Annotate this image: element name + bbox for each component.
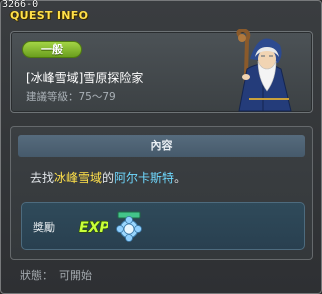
content-heading: 內容 [18,135,305,157]
npc-name-link: 阿尔卡斯特 [114,171,175,185]
category-badge: 一般 [22,41,82,58]
text-mid: 的 [102,171,115,185]
reward-item-icon[interactable] [115,211,143,243]
window-title: QUEST INFO [10,9,89,22]
status-label: 狀態： [20,269,53,282]
quest-description: 去找冰峰雪域的阿尔卡斯特。 [30,169,186,186]
text-prefix: 去找 [30,171,55,185]
exp-icon[interactable]: EXP [78,217,108,235]
location-link: 冰峰雪域 [54,171,103,185]
quest-content-panel: 內容 去找冰峰雪域的阿尔卡斯特。 獎勵 EXP [10,126,313,260]
recommend-label: 建議等級： [26,91,79,103]
old-wizard-npc-icon [236,29,292,112]
reward-box: 獎勵 EXP [21,202,305,250]
quest-name: [冰峰雪域]雪原探险家 [26,71,144,85]
quest-status: 狀態： 可開始 [20,267,98,283]
recommend-range: 75～79 [78,91,116,103]
recommended-level: 建議等級：75～79 [26,89,116,104]
text-suffix: 。 [174,171,187,185]
quest-info-window: 3266-0 QUEST INFO 一般 [冰峰雪域]雪原探险家 建議等級：75… [0,0,322,294]
status-value: 可開始 [59,269,92,282]
reward-label: 獎勵 [33,221,55,234]
svg-text:EXP: EXP [79,220,108,235]
quest-header-panel: 一般 [冰峰雪域]雪原探险家 建議等級：75～79 [10,29,313,113]
